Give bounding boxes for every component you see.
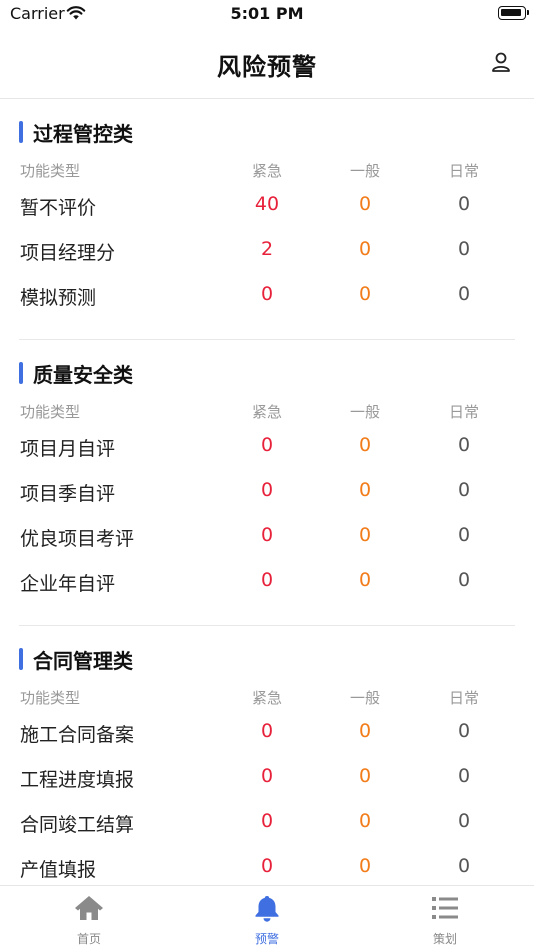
- section-header: 质量安全类: [0, 340, 534, 400]
- urgent-count[interactable]: 0: [227, 434, 307, 456]
- normal-count[interactable]: 0: [325, 479, 405, 501]
- row-name: 工程进度填报: [20, 769, 135, 791]
- tab-plan[interactable]: 策划: [356, 886, 534, 951]
- normal-count[interactable]: 0: [325, 720, 405, 742]
- bell-icon: [252, 894, 282, 922]
- column-header-type: 功能类型: [20, 689, 81, 707]
- table-row[interactable]: 模拟预测 0 0 0: [0, 274, 534, 319]
- column-header-normal: 一般: [349, 162, 380, 180]
- column-header-row: 功能类型 紧急 一般 日常: [0, 686, 534, 711]
- daily-count[interactable]: 0: [424, 434, 504, 456]
- list-icon: [430, 894, 460, 922]
- urgent-count[interactable]: 0: [227, 765, 307, 787]
- section-accent-bar: [19, 648, 23, 670]
- column-header-daily: 日常: [448, 162, 479, 180]
- urgent-count[interactable]: 0: [227, 720, 307, 742]
- column-header-urgent: 紧急: [251, 689, 282, 707]
- table-row[interactable]: 优良项目考评 0 0 0: [0, 515, 534, 560]
- normal-count[interactable]: 0: [325, 238, 405, 260]
- tab-home-label: 首页: [76, 932, 101, 946]
- row-name: 项目经理分: [20, 242, 116, 264]
- row-name: 项目月自评: [20, 438, 116, 460]
- urgent-count[interactable]: 0: [227, 855, 307, 877]
- daily-count[interactable]: 0: [424, 238, 504, 260]
- clock: 5:01 PM: [230, 4, 304, 23]
- column-header-type: 功能类型: [20, 403, 81, 421]
- column-header-normal: 一般: [349, 403, 380, 421]
- table-row[interactable]: 工程进度填报 0 0 0: [0, 756, 534, 801]
- column-header-urgent: 紧急: [251, 403, 282, 421]
- row-name: 合同竣工结算: [20, 814, 135, 836]
- tab-home[interactable]: 首页: [0, 886, 178, 951]
- normal-count[interactable]: 0: [325, 810, 405, 832]
- tab-bar: 首页 预警 策划: [0, 885, 534, 951]
- daily-count[interactable]: 0: [424, 524, 504, 546]
- page-title: 风险预警: [217, 53, 317, 81]
- section-header: 合同管理类: [0, 626, 534, 686]
- section-accent-bar: [19, 121, 23, 143]
- section-title: 质量安全类: [33, 363, 133, 387]
- urgent-count[interactable]: 0: [227, 810, 307, 832]
- risk-section: 合同管理类 功能类型 紧急 一般 日常 施工合同备案 0 0 0 工程进度填报 0 0 0 合同竣工结算 0…: [0, 626, 534, 885]
- nav-bar: 风险预警: [0, 30, 534, 99]
- row-name: 模拟预测: [20, 287, 97, 309]
- row-name: 项目季自评: [20, 483, 116, 505]
- column-header-daily: 日常: [448, 689, 479, 707]
- table-row[interactable]: 产值填报 0 0 0: [0, 846, 534, 885]
- risk-section: 质量安全类 功能类型 紧急 一般 日常 项目月自评 0 0 0 项目季自评 0 0 0 优良项目考评 0 0 0…: [0, 340, 534, 626]
- section-title: 过程管控类: [33, 122, 133, 146]
- column-header-row: 功能类型 紧急 一般 日常: [0, 400, 534, 425]
- urgent-count[interactable]: 0: [227, 524, 307, 546]
- daily-count[interactable]: 0: [424, 855, 504, 877]
- table-row[interactable]: 企业年自评 0 0 0: [0, 560, 534, 605]
- row-name: 企业年自评: [20, 573, 116, 595]
- normal-count[interactable]: 0: [325, 569, 405, 591]
- daily-count[interactable]: 0: [424, 720, 504, 742]
- column-header-type: 功能类型: [20, 162, 81, 180]
- column-header-urgent: 紧急: [251, 162, 282, 180]
- column-header-row: 功能类型 紧急 一般 日常: [0, 159, 534, 184]
- urgent-count[interactable]: 2: [227, 238, 307, 260]
- status-bar: Carrier 5:01 PM: [0, 0, 534, 30]
- daily-count[interactable]: 0: [424, 283, 504, 305]
- home-icon: [74, 894, 104, 922]
- normal-count[interactable]: 0: [325, 193, 405, 215]
- column-header-normal: 一般: [349, 689, 380, 707]
- table-row[interactable]: 项目季自评 0 0 0: [0, 470, 534, 515]
- urgent-count[interactable]: 0: [227, 283, 307, 305]
- row-name: 暂不评价: [20, 197, 97, 219]
- row-name: 产值填报: [20, 859, 97, 881]
- user-icon[interactable]: [490, 51, 512, 73]
- row-name: 施工合同备案: [20, 724, 135, 746]
- urgent-count[interactable]: 0: [227, 479, 307, 501]
- normal-count[interactable]: 0: [325, 434, 405, 456]
- table-row[interactable]: 项目月自评 0 0 0: [0, 425, 534, 470]
- section-header: 过程管控类: [0, 99, 534, 159]
- table-row[interactable]: 施工合同备案 0 0 0: [0, 711, 534, 756]
- battery-icon: [498, 6, 529, 20]
- normal-count[interactable]: 0: [325, 524, 405, 546]
- daily-count[interactable]: 0: [424, 193, 504, 215]
- daily-count[interactable]: 0: [424, 810, 504, 832]
- tab-warning[interactable]: 预警: [178, 886, 356, 951]
- table-row[interactable]: 项目经理分 2 0 0: [0, 229, 534, 274]
- section-title: 合同管理类: [33, 649, 133, 673]
- normal-count[interactable]: 0: [325, 765, 405, 787]
- tab-plan-label: 策划: [432, 932, 457, 946]
- daily-count[interactable]: 0: [424, 569, 504, 591]
- row-name: 优良项目考评: [20, 528, 135, 550]
- urgent-count[interactable]: 40: [227, 193, 307, 215]
- table-row[interactable]: 合同竣工结算 0 0 0: [0, 801, 534, 846]
- section-accent-bar: [19, 362, 23, 384]
- daily-count[interactable]: 0: [424, 765, 504, 787]
- daily-count[interactable]: 0: [424, 479, 504, 501]
- tab-warning-label: 预警: [254, 932, 279, 946]
- warning-list[interactable]: 过程管控类 功能类型 紧急 一般 日常 暂不评价 40 0 0 项目经理分 2 0 0 模拟预测 0 0 0 质量…: [0, 99, 534, 885]
- urgent-count[interactable]: 0: [227, 569, 307, 591]
- table-row[interactable]: 暂不评价 40 0 0: [0, 184, 534, 229]
- normal-count[interactable]: 0: [325, 283, 405, 305]
- risk-section: 过程管控类 功能类型 紧急 一般 日常 暂不评价 40 0 0 项目经理分 2 0 0 模拟预测 0 0 0: [0, 99, 534, 340]
- normal-count[interactable]: 0: [325, 855, 405, 877]
- column-header-daily: 日常: [448, 403, 479, 421]
